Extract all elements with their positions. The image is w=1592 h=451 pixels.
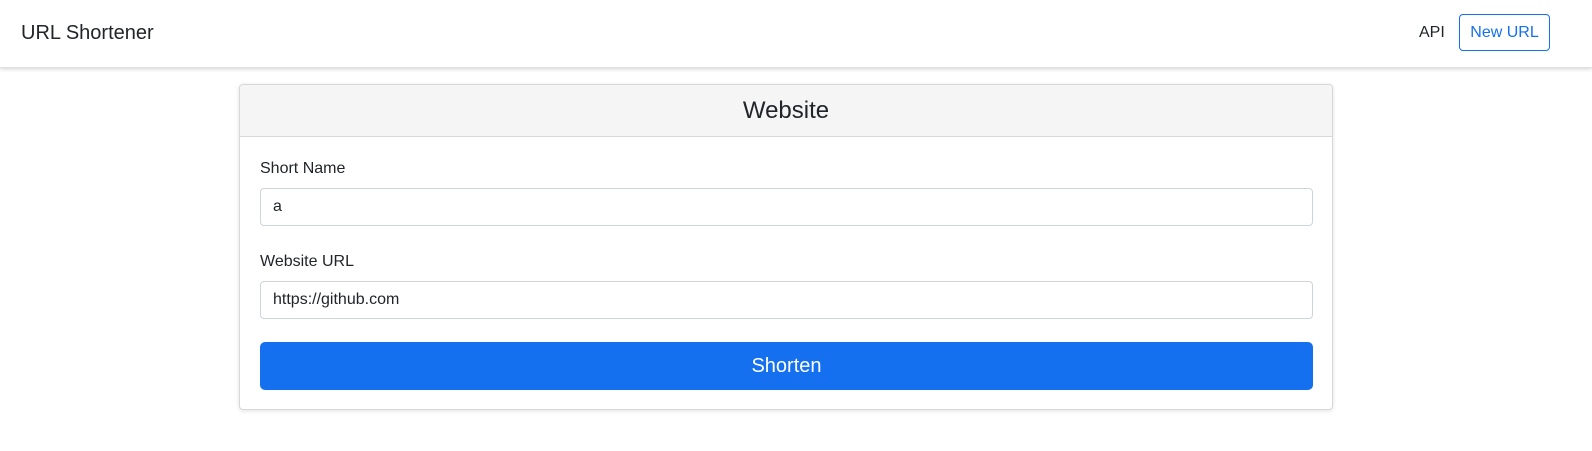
card-title: Website — [240, 85, 1332, 137]
brand-link[interactable]: URL Shortener — [21, 20, 154, 46]
api-link[interactable]: API — [1419, 21, 1445, 45]
website-form-card: Website Short Name Website URL Shorten — [239, 84, 1333, 410]
short-name-input[interactable] — [260, 188, 1313, 226]
top-navbar: URL Shortener API New URL — [0, 0, 1592, 68]
new-url-button[interactable]: New URL — [1459, 14, 1550, 51]
website-url-input[interactable] — [260, 281, 1313, 319]
short-name-label: Short Name — [260, 160, 346, 177]
shorten-button[interactable]: Shorten — [260, 342, 1313, 390]
website-url-label: Website URL — [260, 253, 354, 270]
